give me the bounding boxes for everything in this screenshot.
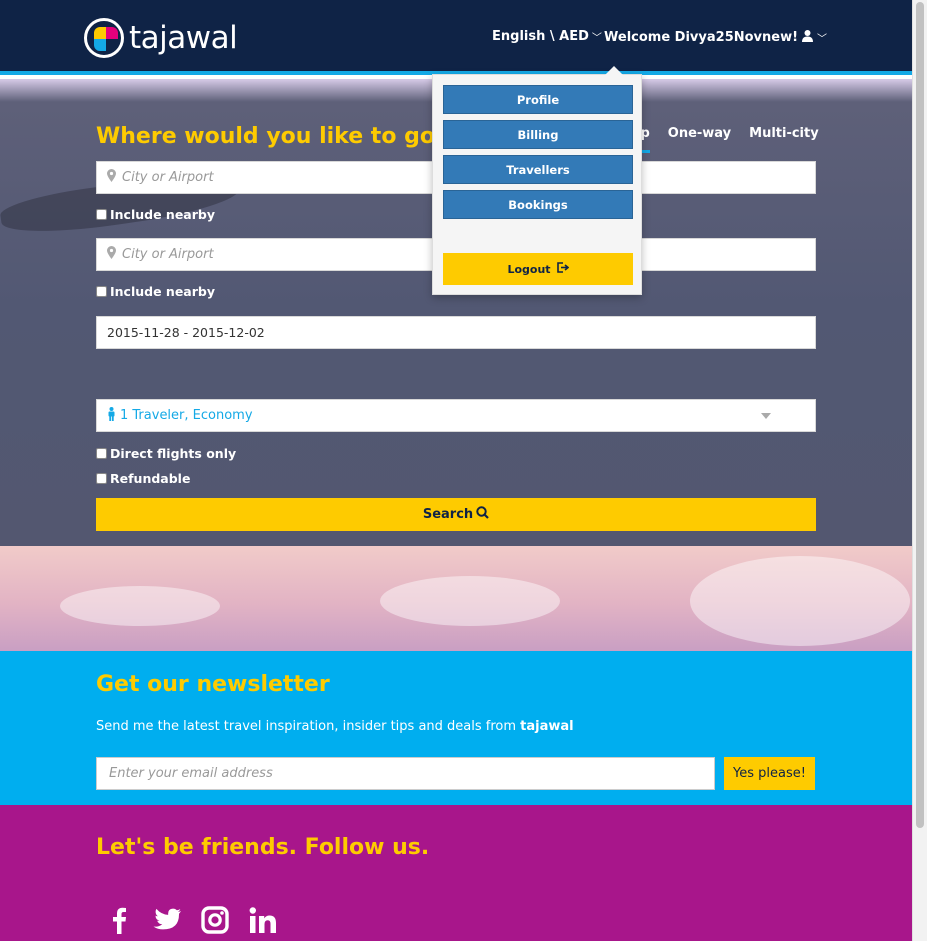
newsletter-section: Get our newsletter Send me the latest tr… <box>0 651 912 805</box>
email-placeholder: Enter your email address <box>109 766 273 781</box>
instagram-icon[interactable] <box>200 905 230 935</box>
destination-include-nearby-label: Include nearby <box>110 284 215 299</box>
tab-multi-city[interactable]: Multi-city <box>749 126 819 153</box>
origin-include-nearby-label: Include nearby <box>110 207 215 222</box>
logout-label: Logout <box>507 262 551 276</box>
travelers-select[interactable]: 1 Traveler, Economy <box>96 399 816 432</box>
origin-placeholder: City or Airport <box>122 170 214 185</box>
facebook-icon[interactable] <box>104 905 134 935</box>
welcome-label: Welcome Divya25Novnew! <box>604 30 799 45</box>
logo-mark-icon <box>84 18 124 58</box>
newsletter-submit-button[interactable]: Yes please! <box>724 757 815 790</box>
date-range-value: 2015-11-28 - 2015-12-02 <box>107 325 265 340</box>
search-button[interactable]: Search <box>96 498 816 531</box>
social-icons <box>104 905 278 935</box>
menu-item-billing[interactable]: Billing <box>443 120 633 149</box>
direct-flights-label: Direct flights only <box>110 446 237 461</box>
destination-placeholder: City or Airport <box>122 247 214 262</box>
checkbox-box[interactable] <box>96 473 107 484</box>
person-icon <box>107 406 116 425</box>
search-icon <box>476 506 489 523</box>
tajawal-logo[interactable]: tajawal <box>84 18 238 58</box>
linkedin-icon[interactable] <box>248 905 278 935</box>
menu-item-profile[interactable]: Profile <box>443 85 633 114</box>
language-currency-label: English \ AED <box>492 29 589 44</box>
trip-type-tabs: ip One-way Multi-city <box>636 126 819 153</box>
search-title: Where would you like to go? <box>96 124 448 149</box>
user-menu-toggle[interactable]: Welcome Divya25Novnew! ﹀ <box>604 29 827 46</box>
chevron-down-icon: ﹀ <box>591 33 602 44</box>
date-range-input[interactable]: 2015-11-28 - 2015-12-02 <box>96 316 816 349</box>
destination-include-nearby-checkbox[interactable]: Include nearby <box>96 284 215 299</box>
clouds-background <box>0 546 912 651</box>
refundable-checkbox[interactable]: Refundable <box>96 471 190 486</box>
newsletter-title: Get our newsletter <box>96 672 330 697</box>
newsletter-brand: tajawal <box>520 719 574 734</box>
language-currency-selector[interactable]: English \ AED ﹀ <box>492 29 602 44</box>
direct-flights-checkbox[interactable]: Direct flights only <box>96 446 236 461</box>
user-icon <box>801 29 814 46</box>
travelers-value: 1 Traveler, Economy <box>120 408 253 423</box>
checkbox-box[interactable] <box>96 286 107 297</box>
page-scrollbar[interactable] <box>912 0 927 941</box>
site-header: tajawal English \ AED ﹀ Welcome Divya25N… <box>0 0 912 75</box>
origin-include-nearby-checkbox[interactable]: Include nearby <box>96 207 215 222</box>
sign-out-icon <box>556 262 569 276</box>
social-title: Let's be friends. Follow us. <box>96 835 430 860</box>
newsletter-description: Send me the latest travel inspiration, i… <box>96 719 574 734</box>
map-pin-icon <box>107 169 116 186</box>
user-dropdown-menu: Profile Billing Travellers Bookings Logo… <box>432 66 642 295</box>
checkbox-box[interactable] <box>96 448 107 459</box>
caret-down-icon <box>761 413 771 419</box>
logo-text: tajawal <box>129 20 238 56</box>
refundable-label: Refundable <box>110 471 191 486</box>
twitter-icon[interactable] <box>152 905 182 935</box>
search-button-label: Search <box>422 507 474 522</box>
menu-item-travellers[interactable]: Travellers <box>443 155 633 184</box>
chevron-down-icon: ﹀ <box>817 34 828 45</box>
scrollbar-thumb[interactable] <box>916 2 924 828</box>
tab-one-way[interactable]: One-way <box>668 126 731 153</box>
checkbox-box[interactable] <box>96 209 107 220</box>
logout-button[interactable]: Logout <box>443 253 633 285</box>
social-section: Let's be friends. Follow us. <box>0 805 912 941</box>
map-pin-icon <box>107 246 116 263</box>
newsletter-email-input[interactable]: Enter your email address <box>96 757 715 790</box>
menu-item-bookings[interactable]: Bookings <box>443 190 633 219</box>
newsletter-description-text: Send me the latest travel inspiration, i… <box>96 719 517 734</box>
